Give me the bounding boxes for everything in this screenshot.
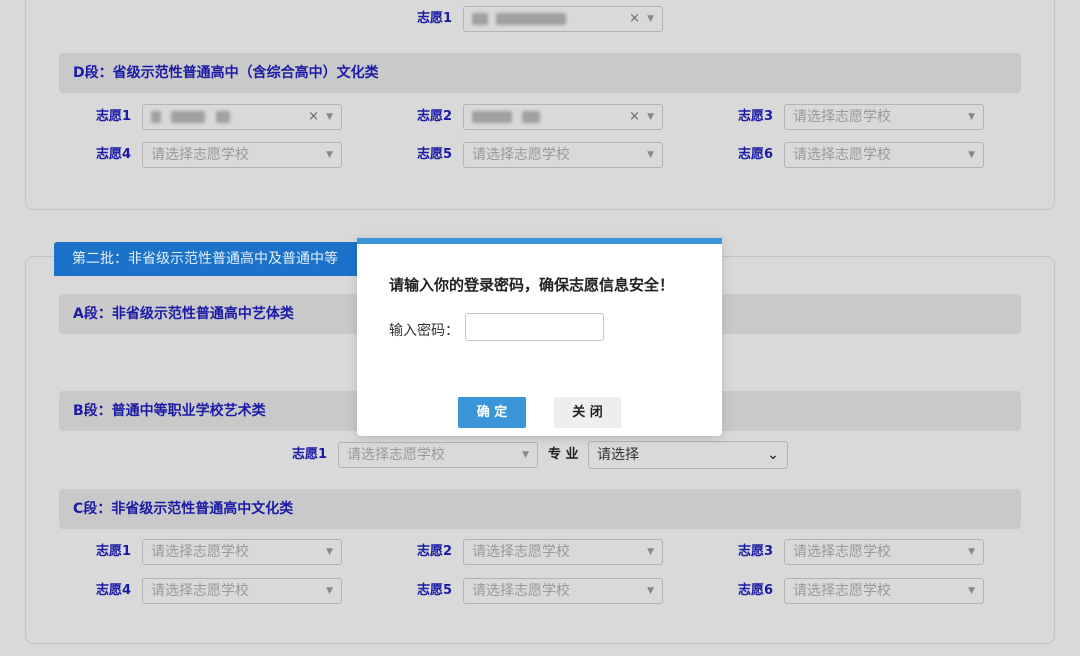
- clear-icon[interactable]: ×: [629, 105, 640, 129]
- c-choice1-placeholder: 请选择志愿学校: [151, 544, 249, 560]
- dropdown-arrow-icon: ▼: [326, 586, 333, 596]
- dropdown-arrow-icon: ▼: [968, 150, 975, 160]
- dropdown-arrow-icon: ▼: [647, 14, 654, 24]
- c-choice6-placeholder: 请选择志愿学校: [793, 583, 891, 599]
- clear-icon[interactable]: ×: [308, 105, 319, 129]
- d-choice4-select[interactable]: 请选择志愿学校 ▼: [142, 142, 342, 168]
- d-choice3-label: 志愿3: [737, 109, 773, 124]
- c-choice5-label: 志愿5: [416, 583, 452, 598]
- d-choice4-label: 志愿4: [95, 147, 131, 162]
- c-choice5-placeholder: 请选择志愿学校: [472, 583, 570, 599]
- c-choice4-label: 志愿4: [95, 583, 131, 598]
- major-select[interactable]: 请选择 ⌄: [588, 441, 788, 469]
- dialog-title: 请输入你的登录密码，确保志愿信息安全！: [389, 276, 675, 294]
- chevron-down-icon: ⌄: [767, 447, 779, 463]
- dropdown-arrow-icon: ▼: [968, 112, 975, 122]
- top-choice1-select[interactable]: × ▼: [463, 6, 663, 32]
- dropdown-arrow-icon: ▼: [326, 150, 333, 160]
- c-choice4-placeholder: 请选择志愿学校: [151, 583, 249, 599]
- password-dialog: 请输入你的登录密码，确保志愿信息安全！ 输入密码： 确 定 关 闭: [357, 238, 722, 436]
- dropdown-arrow-icon: ▼: [968, 586, 975, 596]
- b-choice1-label: 志愿1: [291, 447, 327, 462]
- c-choice2-select[interactable]: 请选择志愿学校 ▼: [463, 539, 663, 565]
- clear-icon[interactable]: ×: [629, 7, 640, 31]
- c-choice6-label: 志愿6: [737, 583, 773, 598]
- blurred-value: [215, 111, 230, 123]
- blurred-value: [171, 111, 206, 123]
- d-choice2-select[interactable]: × ▼: [463, 104, 663, 130]
- dropdown-arrow-icon: ▼: [647, 586, 654, 596]
- close-button[interactable]: 关 闭: [554, 397, 621, 428]
- confirm-button[interactable]: 确 定: [458, 397, 526, 428]
- c-choice2-placeholder: 请选择志愿学校: [472, 544, 570, 560]
- d-choice5-label: 志愿5: [416, 147, 452, 162]
- d-choice6-label: 志愿6: [737, 147, 773, 162]
- d-choice6-select[interactable]: 请选择志愿学校 ▼: [784, 142, 984, 168]
- password-input[interactable]: [465, 313, 604, 341]
- dropdown-arrow-icon: ▼: [522, 450, 529, 460]
- blurred-value: [522, 111, 541, 123]
- dropdown-arrow-icon: ▼: [647, 150, 654, 160]
- c-choice6-select[interactable]: 请选择志愿学校 ▼: [784, 578, 984, 604]
- c-choice1-label: 志愿1: [95, 544, 131, 559]
- d-choice2-label: 志愿2: [416, 109, 452, 124]
- c-choice5-select[interactable]: 请选择志愿学校 ▼: [463, 578, 663, 604]
- d-choice5-select[interactable]: 请选择志愿学校 ▼: [463, 142, 663, 168]
- section-c-header: C段：非省级示范性普通高中文化类: [59, 489, 1021, 529]
- major-select-value: 请选择: [597, 447, 639, 463]
- blurred-value: [496, 13, 567, 25]
- blurred-value: [472, 111, 512, 123]
- batch2-tab[interactable]: 第二批：非省级示范性普通高中及普通中等: [54, 242, 364, 276]
- b-choice1-placeholder: 请选择志愿学校: [347, 447, 445, 463]
- d-choice3-select[interactable]: 请选择志愿学校 ▼: [784, 104, 984, 130]
- dropdown-arrow-icon: ▼: [968, 547, 975, 557]
- d-choice5-placeholder: 请选择志愿学校: [472, 147, 570, 163]
- dropdown-arrow-icon: ▼: [326, 112, 333, 122]
- c-choice3-placeholder: 请选择志愿学校: [793, 544, 891, 560]
- c-choice3-select[interactable]: 请选择志愿学校 ▼: [784, 539, 984, 565]
- c-choice3-label: 志愿3: [737, 544, 773, 559]
- d-choice1-label: 志愿1: [95, 109, 131, 124]
- d-choice3-placeholder: 请选择志愿学校: [793, 109, 891, 125]
- c-choice2-label: 志愿2: [416, 544, 452, 559]
- blurred-value: [151, 111, 161, 123]
- d-choice1-select[interactable]: × ▼: [142, 104, 342, 130]
- major-label: 专 业: [548, 447, 579, 462]
- top-choice1-label: 志愿1: [416, 11, 452, 26]
- c-choice1-select[interactable]: 请选择志愿学校 ▼: [142, 539, 342, 565]
- password-label: 输入密码：: [389, 323, 459, 339]
- c-choice4-select[interactable]: 请选择志愿学校 ▼: [142, 578, 342, 604]
- dropdown-arrow-icon: ▼: [647, 547, 654, 557]
- blurred-value: [472, 13, 488, 25]
- b-choice1-select[interactable]: 请选择志愿学校 ▼: [338, 442, 538, 468]
- dropdown-arrow-icon: ▼: [647, 112, 654, 122]
- d-choice6-placeholder: 请选择志愿学校: [793, 147, 891, 163]
- dropdown-arrow-icon: ▼: [326, 547, 333, 557]
- d-choice4-placeholder: 请选择志愿学校: [151, 147, 249, 163]
- section-d-header: D段：省级示范性普通高中（含综合高中）文化类: [59, 53, 1021, 93]
